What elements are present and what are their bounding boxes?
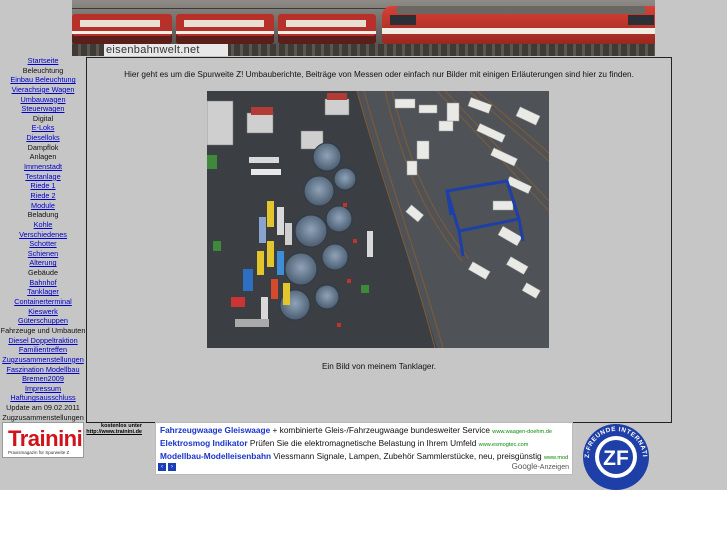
intro-text: Hier geht es um die Spurweite Z! Umbaube… (124, 70, 634, 79)
nav-link-immenstadt[interactable]: Immenstadt (0, 162, 86, 172)
free-download-note: kostenlos unter http://www.trainini.de (84, 423, 142, 435)
nav-link-tanklager[interactable]: Tanklager (0, 287, 86, 297)
train-car (278, 14, 376, 44)
trainini-tagline: Praxismagazin für Spurweite Z (8, 450, 70, 455)
nav-link-impressum[interactable]: Impressum (0, 384, 86, 394)
nav-link-bahnhof[interactable]: Bahnhof (0, 278, 86, 288)
tank-farm-photo (207, 91, 549, 348)
nav-link-steuerwagen[interactable]: Steuerwagen (0, 104, 86, 114)
nav-link-startseite[interactable]: Startseite (0, 56, 86, 66)
sidebar-nav: Startseite Beleuchtung Einbau Beleuchtung V… (0, 56, 86, 422)
ad-desc: + kombinierte Gleis-/Fahrzeugwaage bunde… (270, 425, 493, 435)
photo-caption: Ein Bild von meinem Tanklager. (321, 362, 437, 371)
ad-title[interactable]: Elektrosmog Indikator (160, 438, 248, 448)
nav-link-bremen2009[interactable]: Bremen2009 (0, 374, 86, 384)
nav-heading-digital: Digital (32, 113, 54, 123)
trainini-link[interactable]: http://www.trainini.de (84, 429, 142, 435)
nav-link-zugzusammenstellungen[interactable]: Zugzusammenstellungen (0, 355, 86, 365)
nav-link-e-loks[interactable]: E-Loks (0, 123, 86, 133)
ads-next-button[interactable]: › (168, 463, 176, 471)
train-car (176, 14, 274, 44)
nav-link-riede-2[interactable]: Riede 2 (0, 191, 86, 201)
nav-heading-fahrzeuge-und-umbauten: Fahrzeuge und Umbauten (0, 325, 86, 335)
nav-link-faszination-modellbau[interactable]: Faszination Modellbau (0, 365, 86, 375)
nav-link-dieselloks[interactable]: Dieselloks (0, 133, 86, 143)
ad-row[interactable]: Fahrzeugwaage Gleiswaage + kombinierte G… (160, 424, 568, 437)
nav-link-vierachsige-wagen[interactable]: Vierachsige Wagen (0, 85, 86, 95)
nav-link-alterung[interactable]: Alterung (0, 258, 86, 268)
ad-title[interactable]: Fahrzeugwaage Gleiswaage (160, 425, 270, 435)
trainini-logo: Trainini (8, 426, 83, 451)
nav-heading-update-am-09-02-2011: Update am 09.02.2011 (6, 403, 80, 413)
site-name: eisenbahnwelt.net (104, 44, 228, 56)
nav-link-familientreffen[interactable]: Familientreffen (0, 345, 86, 355)
nav-link-testanlage[interactable]: Testanlage (0, 172, 86, 182)
nav-link-riede-1[interactable]: Riede 1 (0, 181, 86, 191)
nav-link-schotter[interactable]: Schotter (0, 239, 86, 249)
nav-link-module[interactable]: Module (0, 201, 86, 211)
trainini-banner[interactable]: Trainini Praxismagazin für Spurweite Z (2, 422, 84, 458)
nav-heading-gebäude: Gebäude (27, 268, 59, 278)
zfi-logo[interactable]: Z-FREUNDE INTERNATIONAL ZF (578, 417, 651, 490)
google-ads-box: Fahrzeugwaage Gleiswaage + kombinierte G… (155, 422, 573, 475)
nav-heading-beleuchtung: Beleuchtung (22, 65, 64, 75)
ad-row[interactable]: Elektrosmog Indikator Prüfen Sie die ele… (160, 437, 568, 450)
ad-row[interactable]: Modellbau-Modelleisenbahn Viessmann Sign… (160, 450, 568, 463)
nav-link-schienen[interactable]: Schienen (0, 249, 86, 259)
ad-url[interactable]: www.mod... (544, 455, 568, 461)
nav-link-haftungsausschluss[interactable]: Haftungsausschluss (0, 393, 86, 403)
ad-url[interactable]: www.waagen-doehm.de (492, 429, 552, 435)
nav-link-kohle[interactable]: Kohle (0, 220, 86, 230)
zfi-initials: ZF (603, 447, 629, 470)
google-brand: Google (511, 462, 538, 471)
ad-desc: Viessmann Signale, Lampen, Zubehör Samml… (271, 451, 544, 461)
nav-heading-dampflok: Dampflok (27, 142, 59, 152)
nav-link-containerterminal[interactable]: Containerterminal (0, 297, 86, 307)
google-ads-suffix: -Anzeigen (537, 464, 569, 471)
google-ads-label[interactable]: Google-Anzeigen (512, 462, 569, 471)
nav-link-umbauwagen[interactable]: Umbauwagen (0, 95, 86, 105)
train-car (72, 14, 172, 44)
nav-heading-anlagen: Anlagen (29, 152, 57, 162)
ad-desc: Prüfen Sie die elektromagnetische Belast… (247, 438, 479, 448)
nav-link-einbau-beleuchtung[interactable]: Einbau Beleuchtung (0, 75, 86, 85)
nav-heading-beladung: Beladung (27, 210, 59, 220)
diesel-locomotive (382, 6, 655, 44)
nav-link-güterschuppen[interactable]: Güterschuppen (0, 316, 86, 326)
nav-heading-zugzusammenstellungen: Zugzusammenstellungen (2, 412, 84, 422)
ads-prev-button[interactable]: ‹ (158, 463, 166, 471)
main-content-frame: Hier geht es um die Spurweite Z! Umbaube… (86, 57, 672, 423)
nav-link-kieswerk[interactable]: Kieswerk (0, 307, 86, 317)
ad-title[interactable]: Modellbau-Modelleisenbahn (160, 451, 271, 461)
nav-link-verschiedenes[interactable]: Verschiedenes (0, 230, 86, 240)
ad-url[interactable]: www.esmogtec.com (479, 442, 529, 448)
nav-link-diesel-doppeltraktion[interactable]: Diesel Doppeltraktion (0, 336, 86, 346)
